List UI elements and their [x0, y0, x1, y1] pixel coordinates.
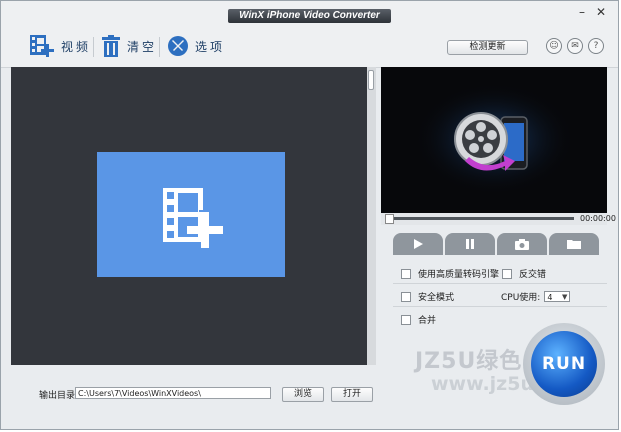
video-preview — [381, 67, 607, 213]
options-divider — [393, 283, 607, 284]
add-video-large-icon — [163, 188, 223, 248]
film-reel-logo-icon — [414, 83, 574, 195]
hq-engine-label: 使用高质量转码引擎 — [418, 270, 500, 280]
output-folder-label: 输出目录: — [39, 391, 79, 401]
play-button[interactable] — [393, 233, 443, 255]
play-icon — [414, 239, 423, 249]
options-button[interactable]: 选项 — [167, 33, 225, 59]
deinterlace-checkbox[interactable] — [502, 268, 512, 279]
toolbar-divider — [93, 37, 94, 57]
window-title: WinX iPhone Video Converter — [228, 9, 391, 23]
cpu-usage-label: CPU使用: — [501, 293, 541, 303]
account-icon[interactable]: ☺ — [546, 38, 562, 54]
clear-button[interactable]: 清空 — [101, 33, 157, 59]
merge-option[interactable]: 合并 — [401, 313, 436, 326]
watermark-text: JZ5U绿色 — [415, 349, 523, 374]
add-video-label: 视频 — [61, 39, 92, 54]
pause-button[interactable] — [445, 233, 495, 255]
camera-icon — [515, 239, 529, 250]
open-button[interactable]: 打开 — [331, 387, 373, 402]
folder-icon — [567, 240, 581, 249]
tools-icon — [168, 36, 188, 56]
progress-handle[interactable] — [385, 214, 394, 224]
mail-icon[interactable]: ✉ — [567, 38, 583, 54]
safe-mode-label: 安全模式 — [418, 293, 455, 303]
player-controls — [393, 233, 599, 255]
app-window: WinX iPhone Video Converter – ✕ 视频 清空 选项… — [0, 0, 619, 430]
scrollbar-thumb[interactable] — [368, 70, 374, 90]
output-folder-input[interactable]: C:\Users\7\Videos\WinXVideos\ — [75, 387, 271, 399]
check-update-button[interactable]: 检测更新 — [447, 40, 528, 55]
pause-icon — [466, 239, 474, 249]
run-button-frame[interactable]: RUN — [523, 323, 605, 405]
browse-button[interactable]: 浏览 — [282, 387, 324, 402]
minimize-icon[interactable]: – — [575, 5, 589, 19]
output-bar: 输出目录: C:\Users\7\Videos\WinXVideos\ 浏览 打… — [11, 369, 411, 409]
deinterlace-label: 反交错 — [519, 270, 547, 280]
cpu-usage-option: CPU使用: 4 ▼ — [501, 290, 571, 303]
list-scrollbar[interactable] — [367, 67, 376, 365]
options-divider — [393, 306, 607, 307]
toolbar-divider — [159, 37, 160, 57]
add-video-tile[interactable] — [97, 152, 285, 277]
clear-label: 清空 — [127, 39, 158, 54]
chevron-down-icon: ▼ — [561, 293, 568, 301]
progress-track[interactable] — [388, 217, 574, 220]
deinterlace-option[interactable]: 反交错 — [502, 267, 546, 280]
hq-engine-option[interactable]: 使用高质量转码引擎 — [401, 267, 499, 280]
cpu-usage-select[interactable]: 4 ▼ — [544, 291, 571, 302]
merge-label: 合并 — [418, 316, 437, 326]
merge-checkbox[interactable] — [401, 314, 411, 325]
trash-icon — [102, 35, 120, 57]
hq-engine-checkbox[interactable] — [401, 268, 411, 279]
add-video-button[interactable]: 视频 — [29, 33, 91, 59]
options-label: 选项 — [195, 39, 226, 54]
playback-progress[interactable]: 00:00:00 — [381, 213, 616, 225]
safe-mode-checkbox[interactable] — [401, 291, 411, 302]
cpu-usage-value: 4 — [547, 293, 553, 302]
video-list-panel[interactable] — [11, 67, 367, 365]
playback-time: 00:00:00 — [580, 214, 616, 223]
safe-mode-option[interactable]: 安全模式 — [401, 290, 454, 303]
close-icon[interactable]: ✕ — [594, 5, 608, 19]
snapshot-button[interactable] — [497, 233, 547, 255]
open-folder-button[interactable] — [549, 233, 599, 255]
add-video-icon — [30, 35, 54, 57]
run-button[interactable]: RUN — [531, 331, 597, 397]
title-bar: WinX iPhone Video Converter – ✕ — [1, 1, 618, 25]
help-icon[interactable]: ? — [588, 38, 604, 54]
